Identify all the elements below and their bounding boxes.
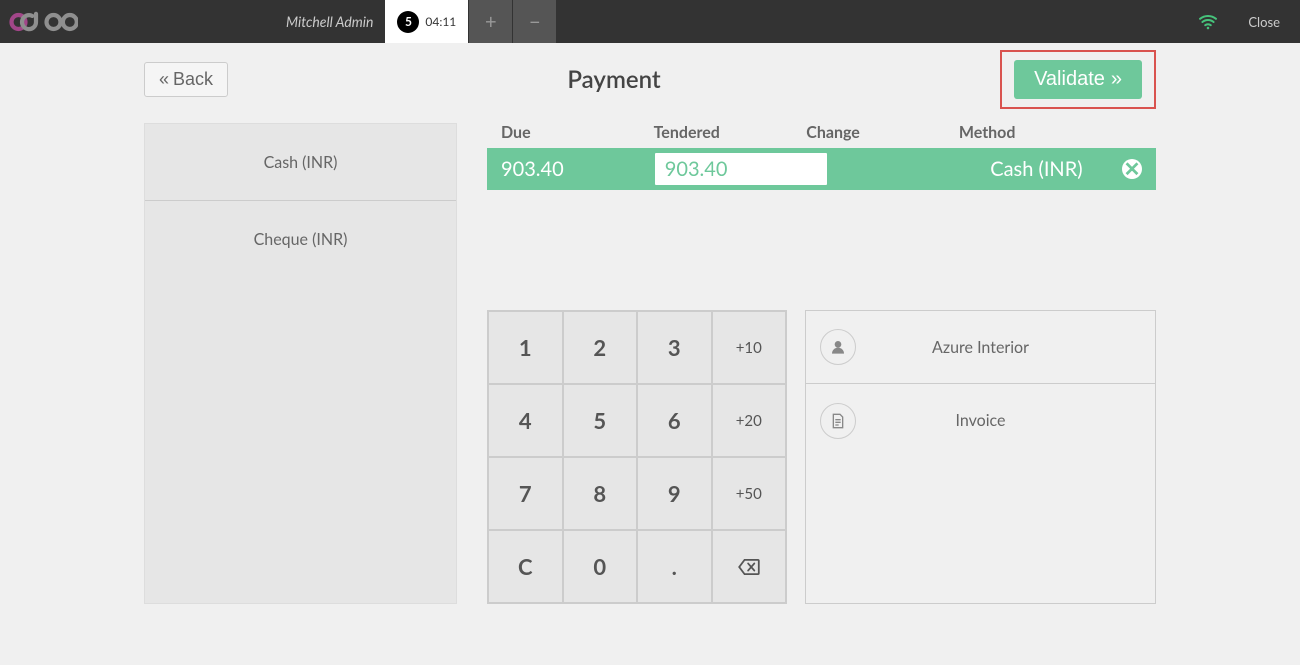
order-time: 04:11: [425, 14, 456, 29]
key-5[interactable]: 5: [563, 384, 638, 457]
payment-line[interactable]: 903.40 903.40 Cash (INR) ✕: [487, 148, 1156, 190]
col-method: Method: [959, 123, 1142, 142]
key-plus20[interactable]: +20: [712, 384, 787, 457]
invoice-button[interactable]: Invoice: [806, 384, 1155, 457]
payment-method-cheque[interactable]: Cheque (INR): [145, 201, 456, 278]
invoice-label: Invoice: [856, 411, 1155, 430]
add-order-button[interactable]: +: [469, 0, 512, 43]
order-chip[interactable]: 5 04:11: [385, 0, 468, 43]
key-1[interactable]: 1: [488, 311, 563, 384]
validate-label: Validate: [1034, 68, 1105, 91]
col-tendered: Tendered: [654, 123, 807, 142]
odoo-logo: [0, 0, 86, 43]
validate-button[interactable]: Validate »: [1014, 60, 1142, 99]
backspace-icon: [738, 559, 760, 575]
back-label: Back: [173, 69, 213, 90]
topbar: Mitchell Admin 5 04:11 + − Close: [0, 0, 1300, 43]
user-name[interactable]: Mitchell Admin: [286, 13, 373, 30]
wifi-icon: [1188, 14, 1228, 30]
key-clear[interactable]: C: [488, 530, 563, 603]
chevron-left-icon: «: [159, 69, 169, 90]
page-title: Payment: [228, 65, 1000, 94]
keypad: 1 2 3 +10 4 5 6 +20 7 8 9: [487, 310, 787, 604]
customer-label: Azure Interior: [856, 338, 1155, 357]
remove-payment-line-icon[interactable]: ✕: [1122, 159, 1142, 179]
col-due: Due: [501, 123, 654, 142]
due-value: 903.40: [501, 157, 653, 181]
key-8[interactable]: 8: [563, 457, 638, 530]
col-change: Change: [806, 123, 959, 142]
validate-highlight: Validate »: [1000, 50, 1156, 109]
method-value: Cash (INR): [990, 157, 1082, 181]
customer-button[interactable]: Azure Interior: [806, 311, 1155, 384]
back-button[interactable]: « Back: [144, 62, 228, 97]
key-dot[interactable]: .: [637, 530, 712, 603]
key-9[interactable]: 9: [637, 457, 712, 530]
payment-methods: Cash (INR) Cheque (INR): [144, 123, 457, 604]
tendered-input[interactable]: 903.40: [653, 151, 829, 187]
key-6[interactable]: 6: [637, 384, 712, 457]
chevron-right-icon: »: [1111, 68, 1122, 91]
user-icon: [820, 329, 856, 365]
payment-method-cash[interactable]: Cash (INR): [145, 124, 456, 201]
key-4[interactable]: 4: [488, 384, 563, 457]
remove-order-button[interactable]: −: [513, 0, 556, 43]
payment-columns: Due Tendered Change Method: [487, 123, 1156, 148]
close-button[interactable]: Close: [1228, 14, 1300, 30]
key-plus10[interactable]: +10: [712, 311, 787, 384]
key-3[interactable]: 3: [637, 311, 712, 384]
key-plus50[interactable]: +50: [712, 457, 787, 530]
key-7[interactable]: 7: [488, 457, 563, 530]
key-backspace[interactable]: [712, 530, 787, 603]
key-2[interactable]: 2: [563, 311, 638, 384]
side-actions: Azure Interior Invoice: [805, 310, 1156, 604]
order-number: 5: [397, 11, 419, 33]
key-0[interactable]: 0: [563, 530, 638, 603]
document-icon: [820, 403, 856, 439]
